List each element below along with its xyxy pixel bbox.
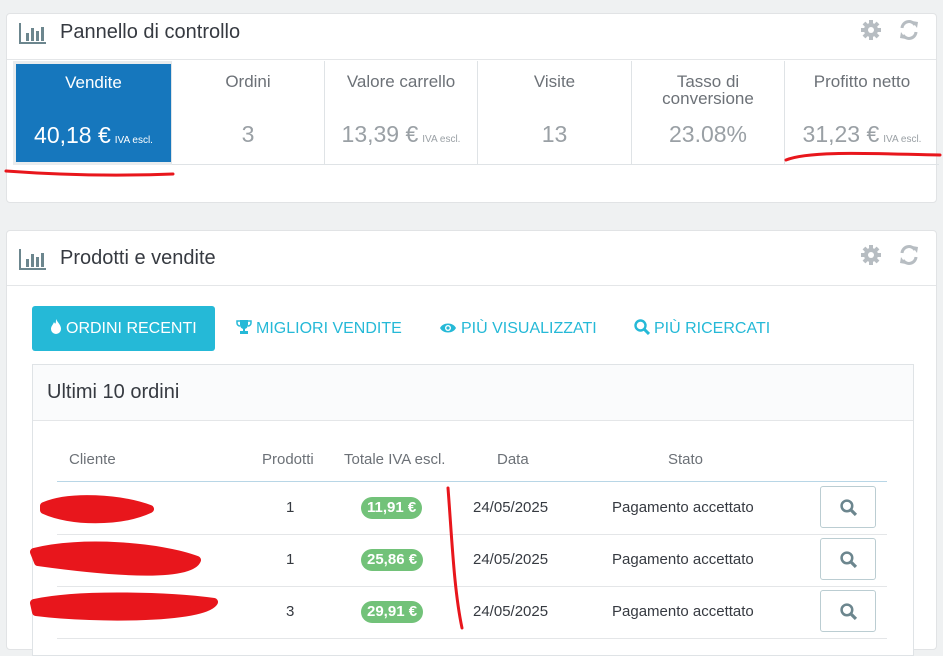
- date-cell: 24/05/2025: [473, 603, 549, 620]
- bar-chart-icon: [18, 21, 48, 52]
- kpi-value: 3: [241, 121, 255, 147]
- tab-label: PIÙ RICERCATI: [654, 320, 771, 337]
- kpi-value: 13: [541, 121, 568, 147]
- products-sales-panel: Prodotti e vendite ORDINI RECENTI MIGLIO…: [6, 230, 937, 656]
- view-order-button[interactable]: [820, 486, 876, 528]
- search-icon: [634, 308, 651, 353]
- eye-icon: [439, 308, 457, 353]
- recent-orders-title: Ultimi 10 ordini: [47, 381, 180, 403]
- refresh-icon[interactable]: [898, 19, 920, 41]
- kpi-sales[interactable]: Vendite 40,18 € IVA escl.: [13, 61, 172, 165]
- column-header-products: Prodotti: [262, 451, 314, 468]
- kpi-title: Profitto netto: [813, 72, 911, 91]
- recent-orders-box: Ultimi 10 ordini Cliente Prodotti Totale…: [32, 364, 914, 656]
- status-cell: Pagamento accettato: [612, 551, 754, 568]
- total-badge: 25,86 €: [361, 549, 424, 571]
- recent-orders-header: Ultimi 10 ordini: [33, 365, 913, 421]
- table-row: 3 29,91 € 24/05/2025 Pagamento accettato: [57, 586, 887, 639]
- view-order-button[interactable]: [820, 538, 876, 580]
- tab-label: ORDINI RECENTI: [66, 320, 197, 337]
- kpi-cart-value[interactable]: Valore carrello 13,39 € IVA escl.: [325, 61, 478, 165]
- kpi-orders[interactable]: Ordini 3: [172, 61, 325, 165]
- dashboard-heading: Pannello di controllo: [7, 14, 936, 60]
- date-cell: 24/05/2025: [473, 499, 549, 516]
- search-icon: [840, 499, 857, 516]
- products-count-cell: 1: [286, 499, 295, 516]
- fire-icon: [50, 308, 62, 353]
- view-order-button[interactable]: [820, 590, 876, 632]
- products-tools: [848, 244, 920, 271]
- products-count-cell: 1: [286, 551, 295, 568]
- gear-icon[interactable]: [860, 19, 882, 41]
- search-icon: [840, 603, 857, 620]
- column-header-total: Totale IVA escl.: [344, 451, 446, 468]
- kpi-title: Tasso di conversione: [662, 72, 754, 108]
- bar-chart-icon: [18, 247, 48, 278]
- tab-most-searched[interactable]: PIÙ RICERCATI: [634, 306, 770, 351]
- dashboard-tools: [848, 19, 920, 46]
- table-row: 1 25,86 € 24/05/2025 Pagamento accettato: [57, 534, 887, 587]
- kpi-value: 23.08%: [668, 121, 747, 147]
- products-count-cell: 3: [286, 603, 295, 620]
- status-cell: Pagamento accettato: [612, 603, 754, 620]
- kpi-title: Valore carrello: [346, 72, 456, 91]
- refresh-icon[interactable]: [898, 244, 920, 266]
- products-heading: Prodotti e vendite: [7, 231, 936, 286]
- tab-best-sellers[interactable]: MIGLIORI VENDITE: [236, 306, 402, 351]
- total-badge: 11,91 €: [361, 497, 423, 519]
- search-icon: [840, 551, 857, 568]
- kpi-net-profit[interactable]: Profitto netto 31,23 € IVA escl.: [785, 61, 939, 165]
- dashboard-panel: Pannello di controllo Vendite 40,18 € IVA…: [6, 13, 939, 203]
- kpi-value: 31,23 € IVA escl.: [802, 121, 922, 147]
- kpi-row: Vendite 40,18 € IVA escl. Ordini 3 Valore…: [13, 61, 939, 165]
- kpi-value: 40,18 € IVA escl.: [34, 122, 153, 148]
- trophy-icon: [236, 308, 252, 353]
- date-cell: 24/05/2025: [473, 551, 549, 568]
- kpi-title: Visite: [533, 72, 576, 91]
- kpi-conversion-rate[interactable]: Tasso di conversione 23.08%: [632, 61, 785, 165]
- dashboard-title: Pannello di controllo: [60, 21, 241, 43]
- total-badge: 29,91 €: [361, 601, 424, 623]
- tab-most-viewed[interactable]: PIÙ VISUALIZZATI: [439, 306, 597, 351]
- kpi-visits[interactable]: Visite 13: [478, 61, 632, 165]
- column-header-status: Stato: [668, 451, 704, 468]
- gear-icon[interactable]: [860, 244, 882, 266]
- tab-label: MIGLIORI VENDITE: [256, 320, 402, 337]
- table-row: 1 11,91 € 24/05/2025 Pagamento accettato: [57, 482, 887, 535]
- tab-label: PIÙ VISUALIZZATI: [461, 320, 597, 337]
- kpi-value: 13,39 € IVA escl.: [341, 121, 461, 147]
- column-header-customer: Cliente: [69, 451, 116, 468]
- products-title: Prodotti e vendite: [60, 247, 216, 269]
- kpi-title: Ordini: [225, 72, 271, 91]
- column-header-date: Data: [497, 451, 529, 468]
- status-cell: Pagamento accettato: [612, 499, 754, 516]
- tab-recent-orders[interactable]: ORDINI RECENTI: [32, 306, 215, 351]
- kpi-title: Vendite: [65, 73, 122, 92]
